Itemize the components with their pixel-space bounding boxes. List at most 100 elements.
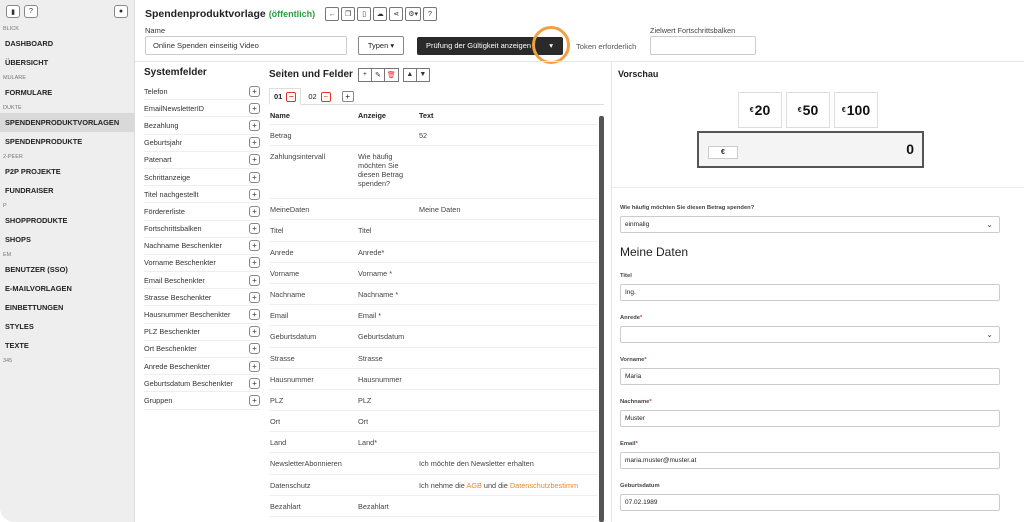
sidebar-item-formulare[interactable]: FORMULARE	[0, 83, 134, 102]
system-field-row[interactable]: Gruppen +	[144, 392, 260, 410]
remove-page-icon[interactable]: −	[286, 91, 297, 102]
table-row[interactable]: Strasse Strasse	[269, 348, 597, 369]
table-row[interactable]: Betrag 52	[269, 125, 597, 147]
plus-icon[interactable]: +	[249, 309, 260, 321]
sidebar-item-dashboard[interactable]: DASHBOARD	[0, 34, 134, 53]
plus-icon[interactable]: +	[249, 154, 260, 166]
system-field-row[interactable]: Telefon +	[144, 83, 260, 101]
table-row[interactable]: Anrede Anrede*	[269, 242, 597, 263]
move-up-icon[interactable]: ▲	[402, 67, 417, 82]
share-icon[interactable]: ⋖	[389, 7, 404, 21]
tab-page-02[interactable]: 02−	[304, 88, 334, 105]
input-nachname[interactable]: Muster	[620, 410, 1000, 427]
plus-icon[interactable]: +	[249, 291, 260, 303]
plus-icon[interactable]: +	[249, 85, 260, 97]
collapse-icon[interactable]: ▮	[6, 5, 20, 18]
target-input[interactable]	[650, 36, 756, 55]
privacy-link[interactable]: Datenschutzbestimm	[510, 481, 578, 490]
sidebar-item-fundraiser[interactable]: FUNDRAISER	[0, 181, 134, 200]
table-row[interactable]: Vorname Vorname *	[269, 263, 597, 284]
amount-option-100[interactable]: €100	[834, 92, 878, 128]
user-circle-icon[interactable]: ●	[114, 5, 128, 18]
add-page-button[interactable]: +	[338, 88, 358, 105]
move-down-icon[interactable]: ▼	[415, 67, 430, 82]
table-row[interactable]: Datenschutz Ich nehme die AGB und die Dat…	[269, 475, 597, 496]
help-icon[interactable]: ?	[422, 7, 437, 21]
table-row[interactable]: Zahlungsintervall Wie häufig möchten Sie …	[269, 146, 597, 200]
table-row[interactable]: NewsletterAbonnieren Ich möchte den Newsl…	[269, 453, 597, 475]
sidebar-item-texte[interactable]: TEXTE	[0, 336, 134, 355]
table-row[interactable]: PLZ PLZ	[269, 390, 597, 412]
plus-icon[interactable]: +	[249, 343, 260, 355]
system-field-row[interactable]: Geburtsdatum Beschenkter +	[144, 375, 260, 393]
tab-page-01[interactable]: 01−	[269, 88, 302, 105]
sidebar-item-styles[interactable]: STYLES	[0, 317, 134, 336]
table-row[interactable]: Nachname Nachname *	[269, 284, 597, 306]
system-field-row[interactable]: Anrede Beschenkter +	[144, 358, 260, 376]
document-icon[interactable]: ▯	[357, 7, 372, 21]
table-row[interactable]: Bezahlart Bezahlart	[269, 496, 597, 517]
cloud-upload-icon[interactable]: ☁	[373, 7, 388, 21]
system-field-row[interactable]: Strasse Beschenkter +	[144, 289, 260, 307]
remove-page-icon[interactable]: −	[320, 91, 331, 102]
input-vorname[interactable]: Maria	[620, 368, 1000, 385]
plus-icon[interactable]: +	[249, 102, 260, 114]
table-row[interactable]: Ort Ort	[269, 411, 597, 433]
plus-icon[interactable]: +	[249, 137, 260, 149]
plus-icon[interactable]: +	[249, 205, 260, 217]
plus-icon[interactable]: +	[249, 274, 260, 286]
amount-option-50[interactable]: €50	[786, 92, 830, 128]
delete-icon[interactable]: 🗑	[383, 67, 399, 82]
system-field-row[interactable]: Geburtsjahr +	[144, 135, 260, 152]
sidebar-item-spendenprodukte[interactable]: SPENDENPRODUKTE	[0, 132, 134, 151]
system-field-row[interactable]: Ort Beschenkter +	[144, 341, 260, 358]
sidebar-item-benutzer-sso[interactable]: BENUTZER (SSO)	[0, 260, 134, 279]
table-row[interactable]: Titel Titel	[269, 220, 597, 242]
add-icon[interactable]: +	[357, 67, 372, 82]
system-field-row[interactable]: EmailNewsletterID +	[144, 100, 260, 118]
system-field-row[interactable]: Fördererliste +	[144, 203, 260, 221]
sidebar-item-spendenproduktvorlagen[interactable]: SPENDENPRODUKTVORLAGEN	[0, 113, 134, 132]
sidebar-item-shopprodukte[interactable]: SHOPPRODUKTE	[0, 211, 134, 230]
help-icon[interactable]: ?	[24, 5, 38, 18]
select-anrede[interactable]: ⌄	[620, 326, 1000, 343]
plus-icon[interactable]: +	[249, 257, 260, 269]
agb-link[interactable]: AGB	[466, 481, 481, 490]
plus-icon[interactable]: +	[249, 377, 260, 389]
plus-icon[interactable]: +	[249, 223, 260, 235]
system-field-row[interactable]: Nachname Beschenkter +	[144, 238, 260, 255]
fields-scrollbar[interactable]	[599, 116, 604, 522]
input-titel[interactable]: Ing.	[620, 284, 1000, 301]
table-row[interactable]: MeineDaten Meine Daten	[269, 199, 597, 221]
system-field-row[interactable]: Hausnummer Beschenkter +	[144, 306, 260, 324]
input-geburtsdatum[interactable]: 07.02.1989	[620, 494, 1000, 511]
back-icon[interactable]: ←	[325, 7, 340, 21]
copy-icon[interactable]: ❐	[341, 7, 356, 21]
system-field-row[interactable]: Bezahlung +	[144, 117, 260, 135]
types-dropdown[interactable]: Typen ▾	[358, 36, 404, 55]
system-field-row[interactable]: PLZ Beschenkter +	[144, 324, 260, 341]
sidebar-item-übersicht[interactable]: ÜBERSICHT	[0, 53, 134, 72]
settings-dropdown-icon[interactable]: ⚙▾	[405, 7, 421, 21]
amount-option-20[interactable]: €20	[738, 92, 782, 128]
sidebar-item-einbettungen[interactable]: EINBETTUNGEN	[0, 298, 134, 317]
plus-icon[interactable]: +	[249, 394, 260, 406]
system-field-row[interactable]: Patenart +	[144, 152, 260, 169]
system-field-row[interactable]: Fortschrittsbalken +	[144, 221, 260, 238]
plus-icon[interactable]: +	[249, 240, 260, 252]
plus-icon[interactable]: +	[249, 171, 260, 183]
input-email[interactable]: maria.muster@muster.at	[620, 452, 1000, 469]
interval-select[interactable]: einmalig ⌄	[620, 216, 1000, 233]
system-field-row[interactable]: Email Beschenkter +	[144, 272, 260, 290]
custom-amount-input[interactable]: € 0	[697, 131, 924, 168]
system-field-row[interactable]: Titel nachgestellt +	[144, 186, 260, 204]
table-row[interactable]: Land Land*	[269, 432, 597, 454]
system-field-row[interactable]: Schrittanzeige +	[144, 169, 260, 187]
table-row[interactable]: Hausnummer Hausnummer	[269, 369, 597, 390]
plus-icon[interactable]: +	[249, 360, 260, 372]
plus-icon[interactable]: +	[249, 119, 260, 131]
sidebar-item-e-mailvorlagen[interactable]: E-MAILVORLAGEN	[0, 279, 134, 298]
sidebar-item-p2p-projekte[interactable]: P2P PROJEKTE	[0, 162, 134, 181]
name-input[interactable]: Online Spenden einseitig Video	[145, 36, 347, 55]
edit-icon[interactable]: ✎	[370, 67, 385, 82]
